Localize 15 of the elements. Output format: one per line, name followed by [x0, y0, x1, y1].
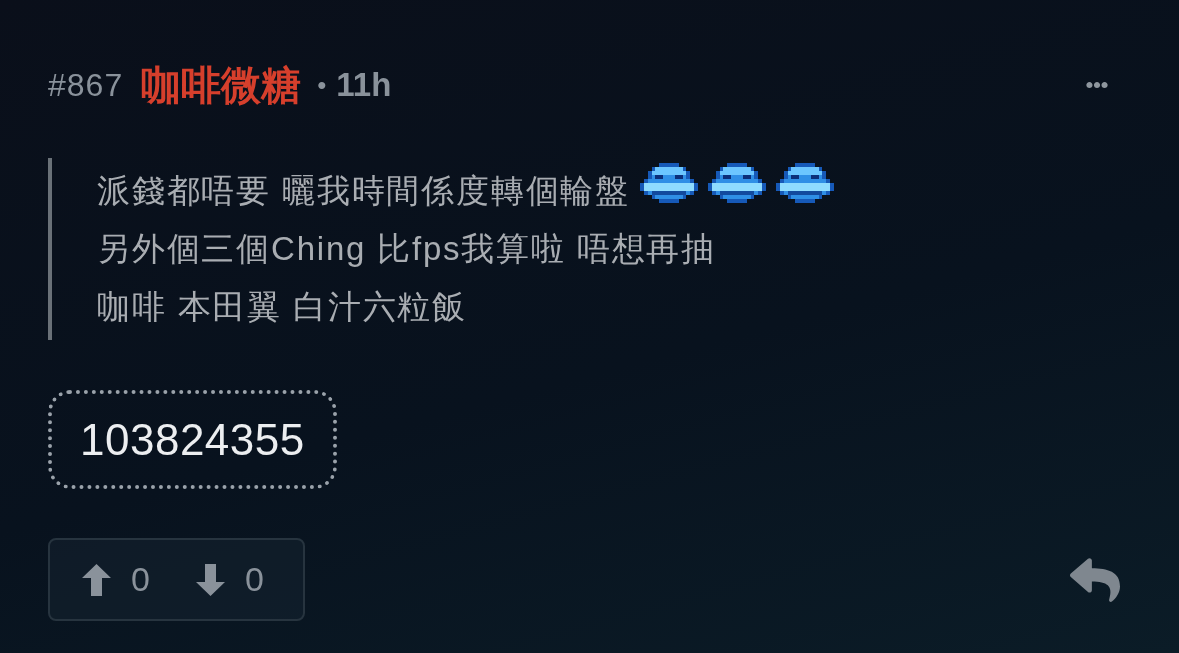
author-name[interactable]: 咖啡微糖: [141, 57, 302, 113]
pixel-emoji-icon: [775, 163, 834, 203]
down-arrow-icon: [195, 563, 225, 596]
quote-text: 派錢都唔要 曬我時間係度轉個輪盤: [97, 170, 630, 211]
post-time: 11h: [336, 66, 392, 104]
code-box: 103824355: [48, 390, 337, 489]
pixel-emoji-icon: [639, 163, 698, 203]
separator-dot: •: [317, 69, 327, 101]
pixel-emoji-icon: [707, 163, 766, 203]
upvote-button[interactable]: 0: [82, 560, 150, 599]
up-arrow-icon: [82, 563, 111, 596]
quote-text: 咖啡 本田翼 白汁六粒飯: [97, 286, 467, 327]
quote-text: 另外個三個Ching 比fps我算啦 唔想再抽: [97, 228, 716, 269]
downvote-button[interactable]: 0: [195, 560, 264, 599]
post-number: #867: [48, 66, 124, 104]
